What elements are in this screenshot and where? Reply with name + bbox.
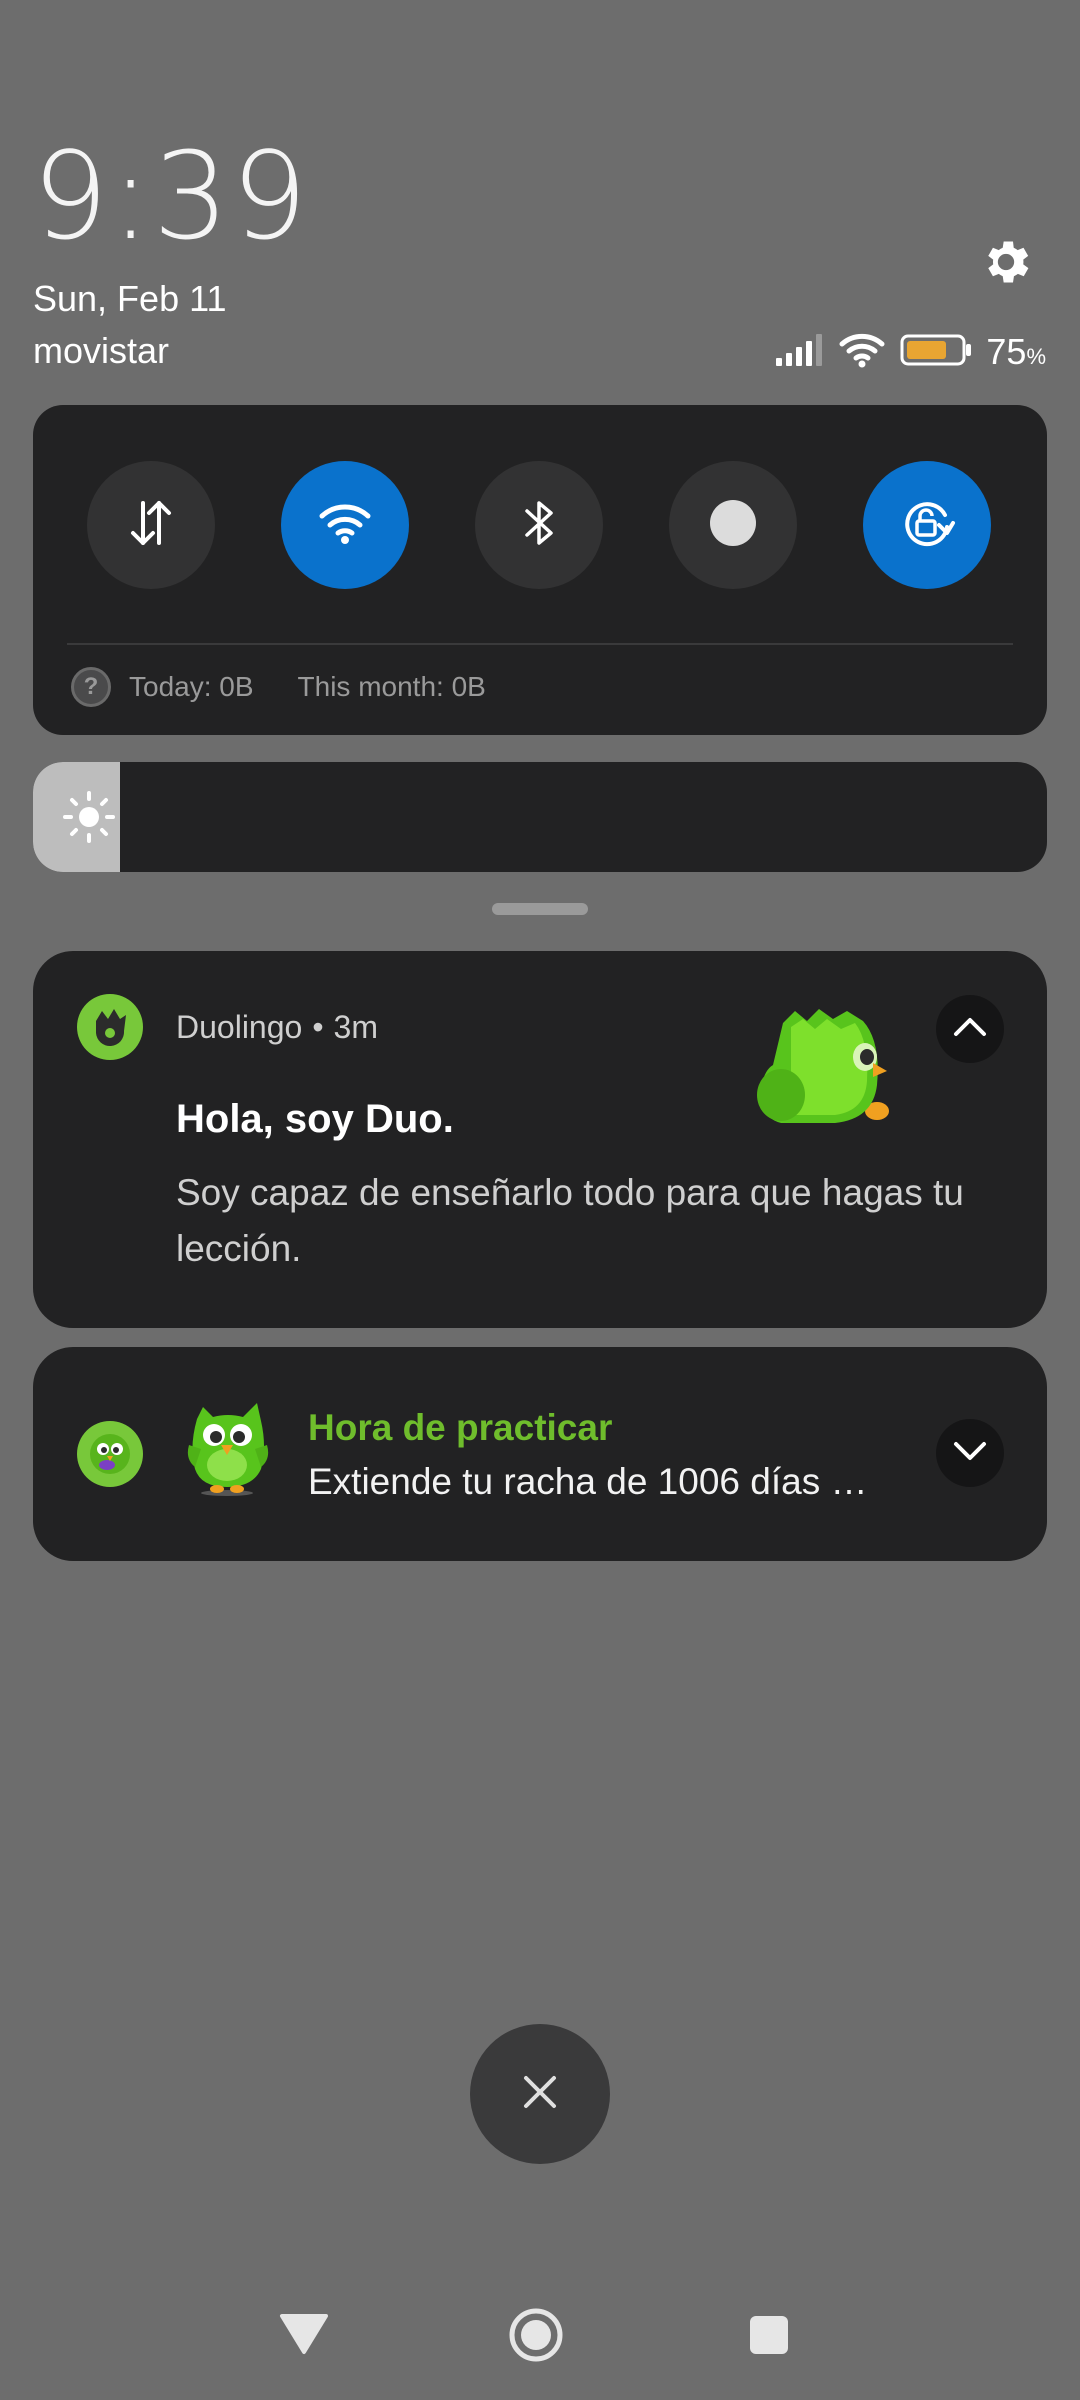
- duolingo-app-icon: [77, 994, 143, 1060]
- brightness-slider[interactable]: [33, 762, 1047, 872]
- data-usage-month: This month: 0B: [297, 671, 486, 702]
- duo-owl-image: [755, 1001, 895, 1131]
- drag-handle[interactable]: [492, 903, 588, 915]
- wifi-icon: [317, 501, 373, 550]
- bluetooth-icon: [521, 497, 557, 554]
- collapse-button[interactable]: [936, 995, 1004, 1063]
- status-bar-icons: 75%: [776, 330, 1046, 374]
- notification-title: Hora de practicar: [308, 1407, 613, 1448]
- notification-header: Duolingo • 3m: [176, 1009, 378, 1046]
- screen-record-toggle[interactable]: [669, 461, 797, 589]
- qs-divider: [67, 643, 1013, 645]
- quick-settings-panel: ? Today: 0B This month: 0B: [33, 405, 1047, 735]
- app-name: Duolingo: [176, 1009, 303, 1045]
- bluetooth-toggle[interactable]: [475, 461, 603, 589]
- nav-back-button[interactable]: [278, 2312, 330, 2361]
- nav-recents-button[interactable]: [748, 2314, 790, 2361]
- signal-icon: [776, 333, 824, 371]
- help-icon: ?: [71, 667, 111, 707]
- wifi-toggle[interactable]: [281, 461, 409, 589]
- battery-percent: 75%: [986, 331, 1046, 372]
- battery-icon: [900, 333, 972, 372]
- wifi-status-icon: [838, 332, 886, 373]
- rotation-lock-icon: [897, 493, 957, 558]
- sun-icon: [61, 789, 117, 845]
- data-transfer-icon: [129, 495, 173, 556]
- record-icon: [707, 497, 759, 554]
- header-separator: •: [312, 1009, 324, 1045]
- data-usage-row[interactable]: ? Today: 0B This month: 0B: [71, 667, 486, 707]
- notification-body: Soy capaz de enseñarlo todo para que hag…: [176, 1172, 964, 1269]
- auto-rotate-toggle[interactable]: [863, 461, 991, 589]
- notification-time: 3m: [333, 1009, 378, 1045]
- notification-title: Hola, soy Duo.: [176, 1097, 454, 1141]
- chevron-down-icon: [952, 1440, 988, 1467]
- close-icon: [520, 2072, 560, 2117]
- date[interactable]: Sun, Feb 11: [33, 278, 226, 320]
- gear-icon[interactable]: [978, 234, 1034, 290]
- carrier-name: movistar: [33, 330, 170, 371]
- notification-body: Extiende tu racha de 1006 días …: [308, 1461, 868, 1502]
- duolingo-app-icon: [77, 1421, 143, 1487]
- mobile-data-toggle[interactable]: [87, 461, 215, 589]
- data-usage-today: Today: 0B: [129, 671, 254, 702]
- notification-duolingo-expanded[interactable]: Duolingo • 3m Hola, soy Duo. Soy capaz de …: [33, 951, 1047, 1328]
- square-recents-icon: [748, 2316, 790, 2360]
- chevron-up-icon: [952, 1016, 988, 1043]
- nav-home-button[interactable]: [507, 2306, 565, 2369]
- duo-owl-large-icon: [187, 1399, 269, 1499]
- clock[interactable]: 9:39: [32, 138, 309, 258]
- triangle-back-icon: [278, 2314, 330, 2360]
- expand-button[interactable]: [936, 1419, 1004, 1487]
- circle-home-icon: [507, 2308, 565, 2368]
- notification-duolingo-collapsed[interactable]: Hora de practicar Extiende tu racha de 1…: [33, 1347, 1047, 1561]
- clear-all-button[interactable]: [470, 2024, 610, 2164]
